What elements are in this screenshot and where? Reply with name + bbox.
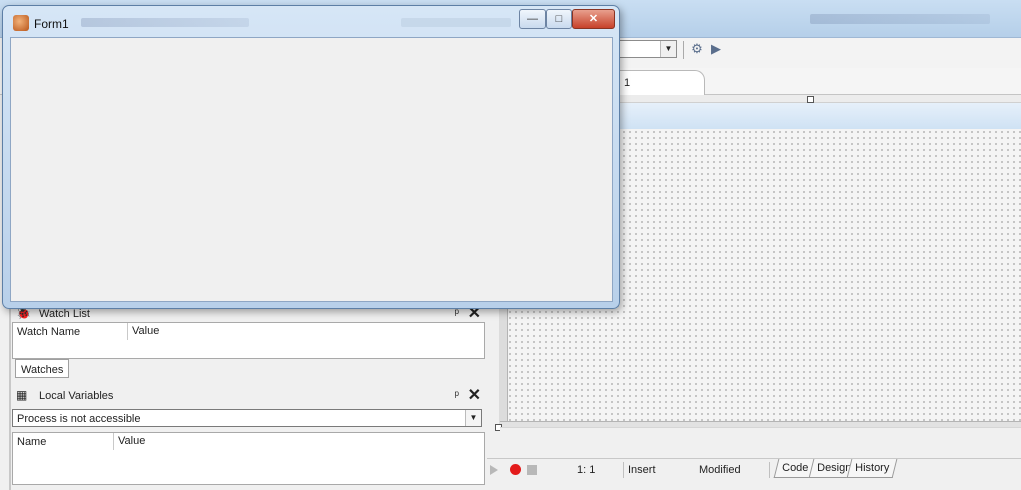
close-button[interactable]: ✕ (572, 9, 615, 29)
column-header-value[interactable]: Value (113, 433, 145, 450)
resize-handle-top[interactable] (807, 96, 814, 103)
chevron-down-icon[interactable]: ▼ (465, 410, 481, 426)
designer-scroll-area (500, 427, 1021, 457)
tab-history[interactable]: History (846, 459, 898, 478)
editor-tab-label: 1 (624, 77, 631, 89)
process-select[interactable]: Process is not accessible ▼ (12, 409, 482, 427)
watch-list-body[interactable] (12, 340, 485, 359)
designer-left-border (499, 300, 508, 424)
window-title-blurred (401, 18, 511, 27)
local-variables-columns: Name Value (12, 432, 485, 451)
close-icon[interactable]: ✕ (468, 385, 481, 405)
build-icon[interactable]: ⚙ (688, 40, 706, 58)
app-icon (13, 15, 29, 31)
column-header-value[interactable]: Value (127, 323, 159, 340)
chevron-down-icon[interactable]: ▼ (660, 41, 676, 57)
modified-status: Modified (699, 464, 741, 476)
window-title-blurred (81, 18, 249, 27)
run-icon[interactable]: ▶ (707, 40, 725, 58)
watch-list-columns: Watch Name Value (12, 322, 485, 341)
play-icon[interactable] (490, 465, 498, 475)
window-title: Form1 (34, 17, 69, 31)
toolbar-separator (683, 41, 684, 59)
form-client-area[interactable] (10, 37, 613, 302)
toolbar-combo[interactable]: ▼ (619, 40, 677, 58)
editor-tab[interactable]: 1 (619, 70, 705, 95)
status-separator (623, 462, 624, 478)
process-select-value: Process is not accessible (17, 413, 141, 425)
form1-window[interactable]: Form1 — □ ✕ (2, 5, 620, 309)
local-variables-title: Local Variables (39, 390, 114, 402)
record-icon[interactable] (510, 464, 521, 475)
dock-splitter[interactable] (9, 303, 11, 490)
maximize-button[interactable]: □ (546, 9, 572, 29)
cursor-position: 1: 1 (577, 464, 596, 476)
edit-mode: Insert (628, 464, 656, 476)
local-variables-header: ▦ Local Variables ᵖ ✕ (12, 386, 485, 405)
watch-list-title: Watch List (39, 308, 90, 320)
ide-title-blurred (810, 14, 990, 24)
status-bar: 1: 1 Insert Modified (487, 458, 1021, 480)
designer-ruler (619, 95, 1021, 103)
status-separator (769, 462, 770, 478)
local-variables-body[interactable] (12, 450, 485, 485)
stop-icon[interactable] (527, 465, 537, 475)
pin-icon[interactable]: ᵖ (454, 388, 459, 402)
column-header-watch-name[interactable]: Watch Name (17, 326, 80, 338)
tab-watches[interactable]: Watches (15, 359, 70, 378)
column-header-name[interactable]: Name (17, 436, 46, 448)
minimize-button[interactable]: — (519, 9, 546, 29)
variables-icon: ▦ (16, 388, 28, 402)
